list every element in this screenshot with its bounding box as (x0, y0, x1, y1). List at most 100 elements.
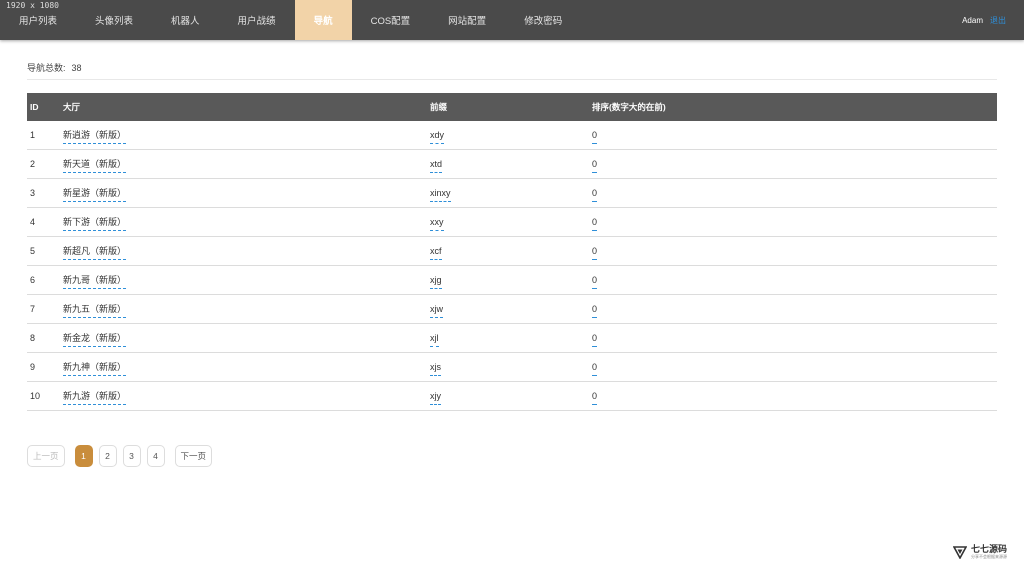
cell-sort: 0 (592, 155, 997, 173)
cell-hall-editable[interactable]: 新超凡（新版） (63, 246, 127, 260)
nav-item-robot[interactable]: 机器人 (152, 0, 219, 40)
table-header: ID 大厅 前缀 排序(数字大的在前) (27, 93, 997, 121)
next-page-button[interactable]: 下一页 (174, 445, 213, 467)
cell-id: 7 (27, 304, 63, 314)
cell-sort-editable[interactable]: 0 (592, 246, 598, 260)
cell-hall-editable[interactable]: 新九游（新版） (63, 391, 127, 405)
table-row: 7 新九五（新版） xjw 0 (27, 295, 997, 324)
cell-hall: 新星游（新版） (63, 184, 430, 202)
watermark-logo: 七七源码 分享不会根据来源源 (953, 544, 1007, 559)
nav-item-change-password[interactable]: 修改密码 (505, 0, 581, 40)
cell-id: 10 (27, 391, 63, 401)
cell-sort-editable[interactable]: 0 (592, 362, 598, 376)
nav-item-cos-config[interactable]: COS配置 (352, 0, 430, 40)
cell-sort-editable[interactable]: 0 (592, 217, 598, 231)
cell-hall: 新逍游（新版） (63, 126, 430, 144)
header-hall: 大厅 (63, 102, 81, 112)
watermark-title: 七七源码 (971, 544, 1008, 554)
cell-prefix-editable[interactable]: xjs (430, 362, 441, 376)
cell-hall-editable[interactable]: 新九五（新版） (63, 304, 127, 318)
cell-hall-editable[interactable]: 新逍游（新版） (63, 130, 127, 144)
table-row: 2 新天道（新版） xtd 0 (27, 150, 997, 179)
table-row: 8 新金龙（新版） xjl 0 (27, 324, 997, 353)
pagination: 上一页 1 2 3 4 下一页 (27, 445, 213, 467)
cell-id: 1 (30, 130, 36, 140)
page-button-3[interactable]: 3 (122, 445, 141, 467)
cell-hall: 新金龙（新版） (63, 329, 430, 347)
watermark-subtitle: 分享不会根据来源源 (971, 554, 1007, 559)
cell-hall-editable[interactable]: 新九哥（新版） (63, 275, 127, 289)
nav-item-user-list[interactable]: 用户列表 (0, 0, 76, 40)
cell-hall-editable[interactable]: 新星游（新版） (63, 188, 127, 202)
cell-id: 8 (27, 333, 63, 343)
header-sort: 排序(数字大的在前) (592, 102, 666, 112)
nav-item-avatar-list[interactable]: 头像列表 (76, 0, 152, 40)
page-button-2[interactable]: 2 (98, 445, 117, 467)
table-row: 4 新下游（新版） xxy 0 (27, 208, 997, 237)
nav-item-user-record[interactable]: 用户战绩 (219, 0, 295, 40)
cell-sort-editable[interactable]: 0 (592, 130, 598, 144)
cell-prefix-editable[interactable]: xdy (430, 130, 445, 144)
cell-prefix-editable[interactable]: xjg (430, 275, 442, 289)
cell-id: 5 (27, 246, 63, 256)
table-body: 1 新逍游（新版） xdy 0 2 新天道（新版） xtd 0 3 新星游（新版） xinxy 0 4 新… (27, 121, 997, 411)
cell-hall: 新九游（新版） (63, 387, 430, 405)
cell-sort: 0 (592, 329, 997, 347)
cell-prefix-editable[interactable]: xcf (430, 246, 442, 260)
page-button-4[interactable]: 4 (146, 445, 165, 467)
cell-sort-editable[interactable]: 0 (592, 333, 598, 347)
cell-prefix: xjl (430, 329, 592, 347)
cell-id: 6 (30, 275, 36, 285)
cell-prefix-editable[interactable]: xjl (430, 333, 439, 347)
cell-sort-editable[interactable]: 0 (592, 159, 598, 173)
cell-sort: 0 (592, 387, 997, 405)
cell-hall-editable[interactable]: 新下游（新版） (63, 217, 127, 231)
summary-count: 38 (71, 63, 82, 73)
cell-sort-editable[interactable]: 0 (592, 391, 598, 405)
cell-prefix: xtd (430, 155, 592, 173)
cell-prefix: xjy (430, 387, 592, 405)
cell-hall-editable[interactable]: 新金龙（新版） (63, 333, 127, 347)
cell-hall: 新下游（新版） (63, 213, 430, 231)
table-row: 10 新九游（新版） xjy 0 (27, 382, 997, 411)
cell-sort: 0 (592, 271, 997, 289)
cell-hall-editable[interactable]: 新天道（新版） (63, 159, 127, 173)
cell-hall: 新九五（新版） (63, 300, 430, 318)
cell-id: 4 (30, 217, 36, 227)
table-row: 9 新九神（新版） xjs 0 (27, 353, 997, 382)
nav-item-site-config[interactable]: 网站配置 (429, 0, 505, 40)
cell-hall: 新九神（新版） (63, 358, 430, 376)
header-id: ID (30, 102, 39, 112)
cell-sort-editable[interactable]: 0 (592, 304, 598, 318)
cell-hall: 新九哥（新版） (63, 271, 430, 289)
table-row: 6 新九哥（新版） xjg 0 (27, 266, 997, 295)
cell-prefix-editable[interactable]: xtd (430, 159, 443, 173)
page-button-1[interactable]: 1 (74, 445, 93, 467)
cell-sort: 0 (592, 242, 997, 260)
cell-id: 2 (30, 159, 36, 169)
cell-sort: 0 (592, 126, 997, 144)
cell-id: 8 (30, 333, 36, 343)
cell-id: 10 (30, 391, 41, 401)
cell-id: 5 (30, 246, 36, 256)
cell-prefix: xjg (430, 271, 592, 289)
cell-prefix-editable[interactable]: xjy (430, 391, 441, 405)
cell-sort-editable[interactable]: 0 (592, 275, 598, 289)
cell-prefix: xjs (430, 358, 592, 376)
cell-hall-editable[interactable]: 新九神（新版） (63, 362, 127, 376)
cell-id: 1 (27, 130, 63, 140)
cell-sort-editable[interactable]: 0 (592, 188, 598, 202)
nav-item-navigation[interactable]: 导航 (294, 0, 352, 40)
cell-id: 6 (27, 275, 63, 285)
cell-id: 3 (27, 188, 63, 198)
cell-id: 9 (27, 362, 63, 372)
header-prefix: 前缀 (430, 102, 448, 112)
prev-page-button[interactable]: 上一页 (27, 445, 65, 467)
cell-prefix-editable[interactable]: xinxy (430, 188, 451, 202)
cell-prefix: xdy (430, 126, 592, 144)
cell-prefix-editable[interactable]: xjw (430, 304, 443, 318)
logout-link[interactable]: 退出 (990, 15, 1006, 26)
table-row: 1 新逍游（新版） xdy 0 (27, 121, 997, 150)
username: Adam (962, 15, 983, 25)
cell-prefix-editable[interactable]: xxy (430, 217, 444, 231)
